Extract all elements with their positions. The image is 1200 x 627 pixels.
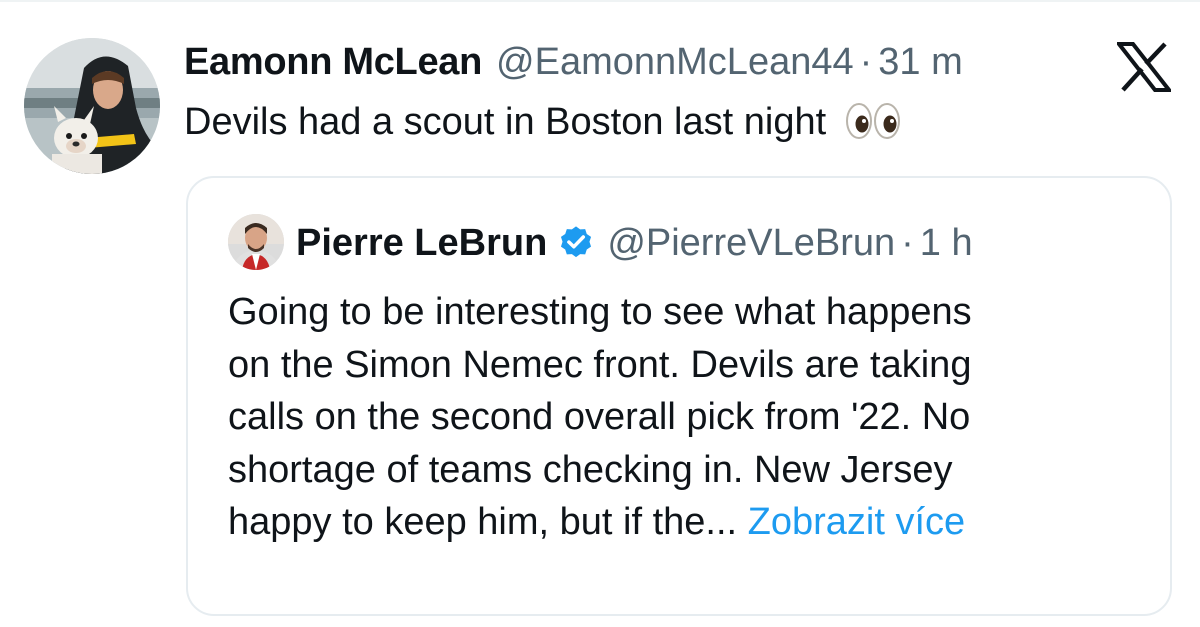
profile-photo-icon [228,214,284,270]
quoted-tweet-timestamp[interactable]: 1 h [920,222,973,265]
author-avatar[interactable] [24,38,160,174]
quoted-separator-dot: · [901,221,914,264]
quoted-tweet-card[interactable]: Pierre LeBrun @PierreVLeBrun · 1 h Going… [186,176,1172,616]
quoted-text-line: Going to be interesting to see what happ… [228,291,972,333]
tweet-text: Devils had a scout in Boston last night [184,96,901,154]
tweet-timestamp[interactable]: 31 m [878,41,962,84]
separator-dot: · [859,40,873,83]
quoted-author-name[interactable]: Pierre LeBrun [296,222,547,265]
quoted-tweet-header: Pierre LeBrun @PierreVLeBrun · 1 h [296,218,973,268]
quoted-text-last-line: happy to keep him, but if the... Zobrazi… [228,496,1148,549]
quoted-author-avatar[interactable] [228,214,284,270]
verified-badge-icon [557,224,595,262]
show-more-link[interactable]: Zobrazit více [748,501,966,543]
author-name[interactable]: Eamonn McLean [184,41,482,84]
x-logo-icon [1114,42,1174,92]
profile-photo-with-dog-icon [24,38,160,174]
quoted-tweet-text: Going to be interesting to see what happ… [228,286,1148,549]
tweet-body: Devils had a scout in Boston last night [184,101,827,143]
author-handle[interactable]: @EamonnMcLean44 [496,41,854,84]
eyes-emoji-icon [845,102,901,154]
quoted-author-handle[interactable]: @PierreVLeBrun [607,222,895,265]
quoted-text-line: shortage of teams checking in. New Jerse… [228,448,953,491]
quoted-text-line: on the Simon Nemec front. Devils are tak… [228,343,972,386]
tweet-header: Eamonn McLean @EamonnMcLean44 · 31 m [184,38,963,86]
quoted-text-truncated: happy to keep him, but if the... [228,501,738,543]
top-divider [0,0,1200,2]
quoted-text-line: calls on the second overall pick from '2… [228,396,971,438]
